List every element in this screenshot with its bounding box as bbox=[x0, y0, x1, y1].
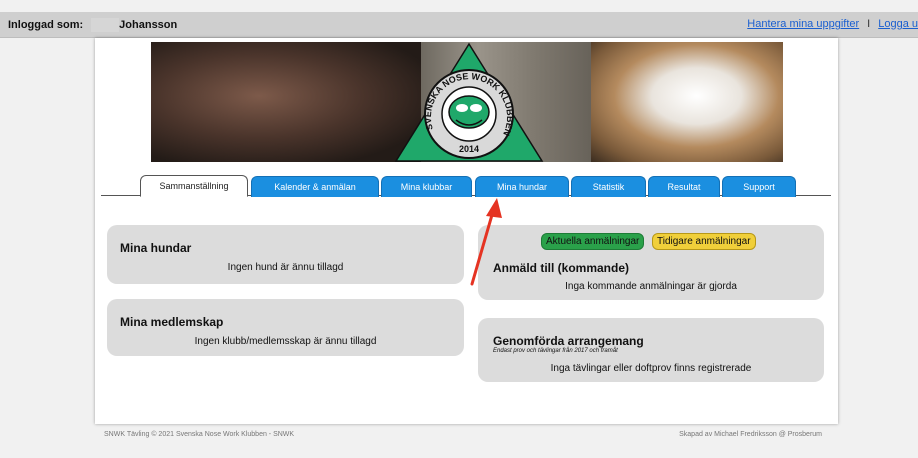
tab-mina-klubbar[interactable]: Mina klubbar bbox=[381, 176, 472, 197]
my-dogs-text: Ingen hund är ännu tillagd bbox=[227, 262, 344, 273]
completed-text: Inga tävlingar eller doftprov finns regi… bbox=[550, 363, 752, 374]
manage-details-link[interactable]: Hantera mina uppgifter bbox=[747, 18, 859, 30]
logo-year: 2014 bbox=[459, 144, 479, 154]
my-dogs-title: Mina hundar bbox=[120, 241, 192, 255]
top-bar: Inloggad som: Johansson Hantera mina upp… bbox=[0, 12, 918, 38]
logged-in-label: Inloggad som: bbox=[8, 18, 84, 31]
footer-credit: Skapad av Michael Fredriksson @ Prosberu… bbox=[679, 431, 822, 438]
link-separator: I bbox=[867, 18, 871, 30]
tab-mina-hundar[interactable]: Mina hundar bbox=[475, 176, 569, 197]
snwk-logo: SVENSKA NOSE WORK KLUBBEN 2014 bbox=[394, 42, 544, 162]
logout-link[interactable]: Logga u bbox=[878, 18, 918, 30]
account-links: Hantera mina uppgifter I Logga u bbox=[747, 18, 918, 30]
red-arrow-annotation bbox=[470, 198, 502, 286]
tab-sammanstallning[interactable]: Sammanställning bbox=[140, 175, 248, 197]
tab-statistik[interactable]: Statistik bbox=[571, 176, 646, 197]
dog-photo-left bbox=[151, 42, 421, 162]
tab-resultat[interactable]: Resultat bbox=[648, 176, 720, 197]
tab-kalender-anmalan[interactable]: Kalender & anmälan bbox=[251, 176, 379, 197]
redacted-name bbox=[91, 17, 120, 32]
footer-copyright: SNWK Tävling © 2021 Svenska Nose Work Kl… bbox=[104, 431, 295, 438]
my-memberships-title: Mina medlemskap bbox=[120, 315, 224, 329]
my-memberships-card: Mina medlemskap Ingen klubb/medlemsskap … bbox=[107, 299, 464, 356]
main-tabs: Sammanställning Kalender & anmälan Mina … bbox=[101, 174, 831, 197]
header-banner: SVENSKA NOSE WORK KLUBBEN 2014 bbox=[151, 42, 783, 162]
tab-support[interactable]: Support bbox=[722, 176, 796, 197]
my-dogs-card: Mina hundar Ingen hund är ännu tillagd bbox=[107, 225, 464, 284]
username: Johansson bbox=[119, 18, 178, 31]
completed-subtitle: Endast prov och tävlingar från 2017 och … bbox=[493, 348, 618, 354]
completed-card: Genomförda arrangemang Endast prov och t… bbox=[478, 318, 824, 382]
previous-registrations-button[interactable]: Tidigare anmälningar bbox=[652, 233, 756, 250]
current-registrations-button[interactable]: Aktuella anmälningar bbox=[541, 233, 645, 250]
my-memberships-text: Ingen klubb/medlemsskap är ännu tillagd bbox=[194, 336, 377, 347]
registered-text: Inga kommande anmälningar är gjorda bbox=[565, 281, 737, 292]
beagle-photo bbox=[591, 42, 783, 162]
completed-title: Genomförda arrangemang bbox=[493, 334, 644, 348]
registered-card: Aktuella anmälningar Tidigare anmälninga… bbox=[478, 225, 824, 300]
